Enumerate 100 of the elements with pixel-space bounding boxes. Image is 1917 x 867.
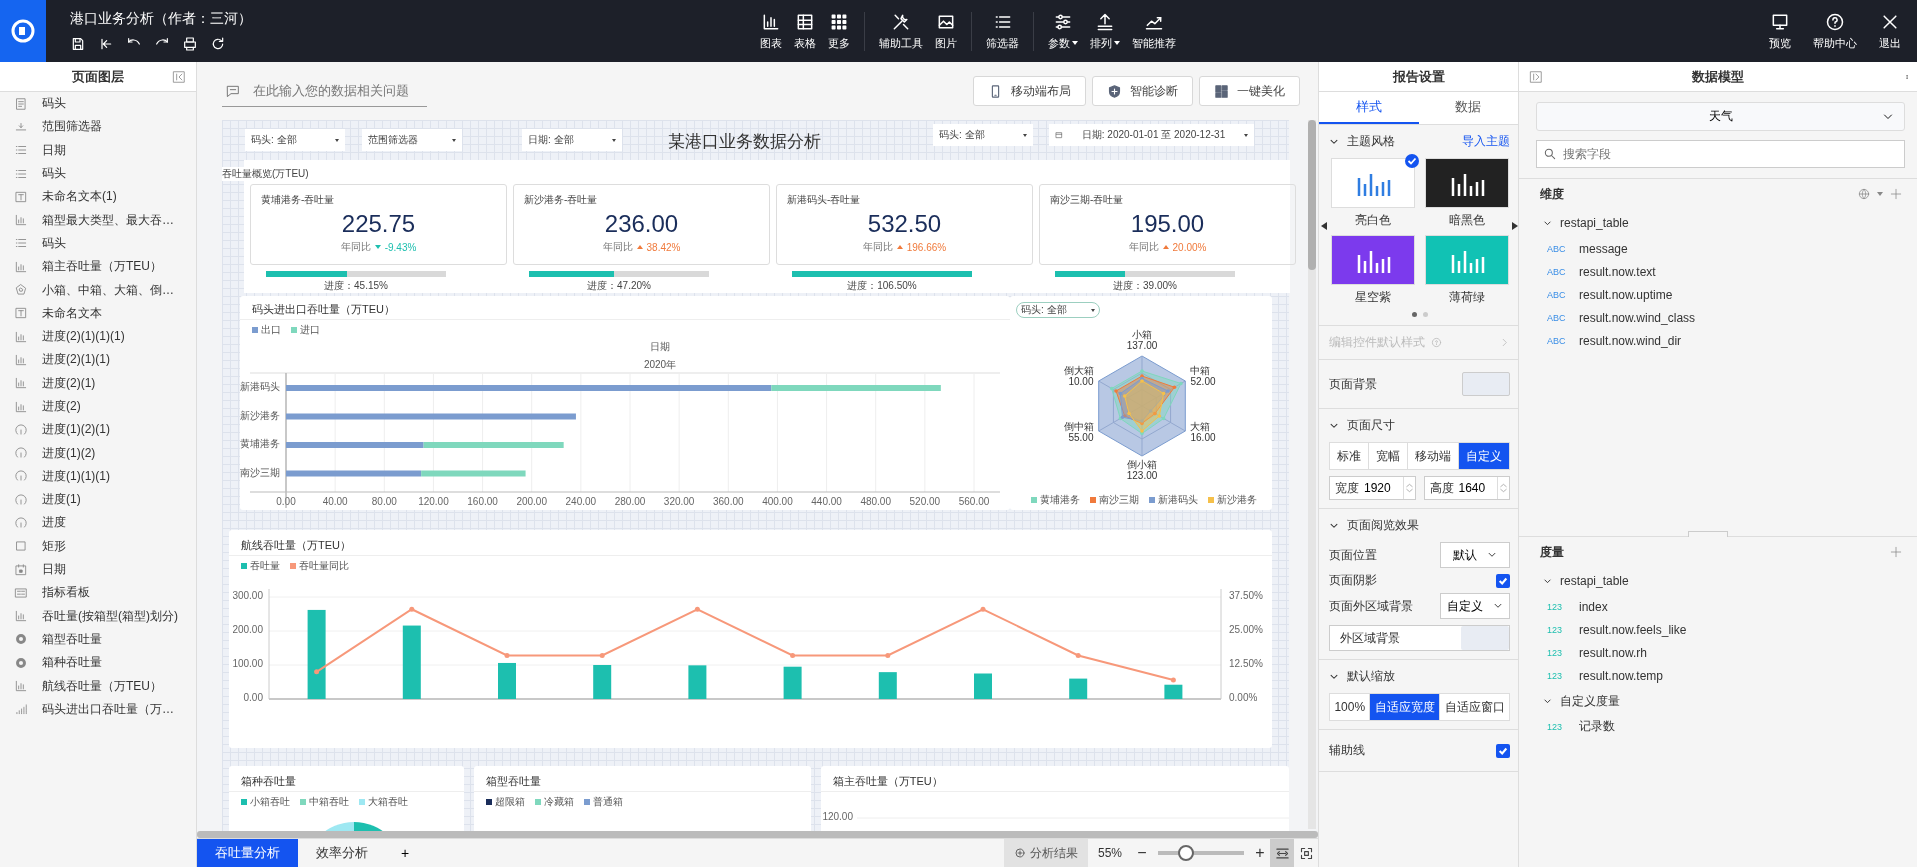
layer-item[interactable]: 未命名文本(1) bbox=[0, 185, 196, 209]
field-group[interactable]: restapi_table bbox=[1519, 567, 1917, 595]
question-field[interactable]: 在此输入您的数据相关问题 bbox=[222, 75, 427, 107]
axis-label: 560.00 bbox=[958, 496, 990, 507]
collapse-panel-icon[interactable] bbox=[172, 70, 186, 84]
field-group[interactable]: 自定义度量 bbox=[1519, 687, 1917, 715]
layer-item[interactable]: 箱型吞吐量 bbox=[0, 627, 196, 652]
filter-dropdown[interactable]: 码头: 全部 bbox=[1016, 302, 1100, 318]
toolbar-button[interactable]: 排列 bbox=[1084, 11, 1126, 51]
layer-item[interactable]: 进度(1)(2) bbox=[0, 441, 196, 465]
page-tab[interactable]: 吞吐量分析 bbox=[197, 839, 298, 867]
field-group[interactable]: restapi_table bbox=[1519, 209, 1917, 237]
analysis-result-button[interactable]: 分析结果 bbox=[1003, 838, 1088, 867]
layer-item[interactable]: 箱种吞吐量 bbox=[0, 651, 196, 675]
refresh-icon[interactable] bbox=[210, 36, 226, 52]
layer-item[interactable]: 进度(2)(1)(1)(1) bbox=[0, 324, 196, 349]
toolbar-button[interactable]: 智能推荐 bbox=[1126, 11, 1182, 51]
filter-dropdown[interactable]: 日期: 2020-01-01 至 2020-12-31 bbox=[1049, 124, 1254, 146]
toolbar-button[interactable]: 退出 bbox=[1873, 11, 1907, 51]
toolbar-button[interactable]: 筛选器 bbox=[971, 11, 1025, 51]
pager-dot[interactable] bbox=[1411, 312, 1417, 317]
vertical-scrollbar[interactable] bbox=[1308, 120, 1316, 829]
dropdown[interactable]: 自定义 bbox=[1440, 593, 1510, 619]
field-item[interactable]: 123 记录数 bbox=[1519, 715, 1917, 738]
fit-width-icon[interactable] bbox=[1274, 845, 1290, 861]
toolbar-button[interactable]: 更多 bbox=[822, 11, 856, 51]
skip-back-icon[interactable] bbox=[98, 36, 114, 52]
printer-icon[interactable] bbox=[182, 36, 198, 52]
field-item[interactable]: ABC result.now.uptime bbox=[1519, 283, 1917, 306]
number-input[interactable]: 1920 bbox=[1364, 481, 1394, 495]
zoom-in-button[interactable]: + bbox=[1250, 844, 1270, 862]
size-option[interactable]: 自定义 bbox=[1458, 443, 1509, 469]
layer-item[interactable]: 吞吐量(按箱型(箱型)划分) bbox=[0, 604, 196, 628]
number-field[interactable]: 高度 1640 bbox=[1423, 476, 1510, 500]
layer-item[interactable]: 矩形 bbox=[0, 534, 196, 558]
previous-arrow-icon[interactable] bbox=[1321, 222, 1327, 230]
layer-item[interactable]: 进度 bbox=[0, 511, 196, 535]
field-item[interactable]: ABC result.now.wind_class bbox=[1519, 306, 1917, 329]
resize-handle[interactable] bbox=[1688, 531, 1728, 537]
layer-item[interactable]: 码头进出口吞吐量（万… bbox=[0, 697, 196, 721]
canvas-action-button[interactable]: 一键美化 bbox=[1199, 76, 1300, 106]
save-icon[interactable] bbox=[70, 36, 86, 52]
layer-item[interactable]: 日期 bbox=[0, 138, 196, 162]
field-item[interactable]: 123 result.now.feels_like bbox=[1519, 618, 1917, 641]
checkbox[interactable] bbox=[1496, 743, 1510, 758]
layer-item[interactable]: 进度(2)(1)(1) bbox=[0, 348, 196, 372]
next-arrow-icon[interactable] bbox=[1512, 222, 1518, 230]
toolbar-button[interactable]: 图表 bbox=[754, 11, 788, 51]
filter-dropdown[interactable]: 码头: 全部 bbox=[245, 129, 345, 151]
toolbar-button[interactable]: 参数 bbox=[1033, 11, 1084, 51]
field-item[interactable]: ABC result.now.text bbox=[1519, 260, 1917, 283]
field-item[interactable]: 123 result.now.rh bbox=[1519, 641, 1917, 664]
toolbar-button[interactable]: 图片 bbox=[929, 11, 963, 51]
layer-item[interactable]: 进度(1)(1)(1) bbox=[0, 464, 196, 489]
layer-item[interactable]: 码头 bbox=[0, 92, 196, 116]
checkbox[interactable] bbox=[1496, 573, 1510, 588]
import-theme-link[interactable]: 导入主题 bbox=[1462, 133, 1510, 150]
layer-item[interactable]: 小箱、中箱、大箱、倒… bbox=[0, 278, 196, 302]
layer-item[interactable]: 航线吞吐量（万TEU） bbox=[0, 674, 196, 698]
number-field[interactable]: 宽度 1920 bbox=[1329, 476, 1416, 500]
canvas-action-button[interactable]: 智能诊断 bbox=[1092, 76, 1193, 106]
layer-item[interactable]: 码头 bbox=[0, 161, 196, 186]
globe-icon[interactable] bbox=[1857, 187, 1871, 201]
pager-dot[interactable] bbox=[1422, 312, 1428, 317]
toolbar-button[interactable]: 表格 bbox=[788, 11, 822, 51]
layer-item[interactable]: 进度(2) bbox=[0, 394, 196, 419]
section-title: 页面尺寸 bbox=[1347, 417, 1395, 434]
color-field[interactable]: 外区域背景 bbox=[1329, 625, 1510, 651]
toolbar-button[interactable]: 辅助工具 bbox=[864, 11, 929, 51]
toolbar-button[interactable]: 预览 bbox=[1763, 11, 1797, 51]
field-item[interactable]: 123 result.now.temp bbox=[1519, 664, 1917, 687]
dataset-dropdown[interactable]: 天气 bbox=[1536, 102, 1905, 131]
layer-item[interactable]: 进度(1) bbox=[0, 488, 196, 512]
filter-dropdown[interactable]: 范围筛选器 bbox=[362, 129, 462, 151]
layer-item[interactable]: 箱主吞吐量（万TEU） bbox=[0, 255, 196, 279]
canvas-action-button[interactable]: 移动端布局 bbox=[973, 76, 1086, 106]
toolbar-button[interactable]: 帮助中心 bbox=[1807, 11, 1863, 51]
filter-dropdown[interactable]: 日期: 全部 bbox=[522, 129, 622, 151]
field-item[interactable]: ABC message bbox=[1519, 237, 1917, 260]
question-input[interactable]: 在此输入您的数据相关问题 bbox=[251, 82, 421, 99]
dropdown[interactable]: 默认 bbox=[1440, 542, 1510, 568]
fit-screen-icon[interactable] bbox=[1298, 845, 1314, 861]
layer-item[interactable]: 范围筛选器 bbox=[0, 115, 196, 139]
caret-icon[interactable] bbox=[1877, 192, 1883, 196]
field-item[interactable]: ABC result.now.wind_dir bbox=[1519, 329, 1917, 352]
filter-dropdown[interactable]: 码头: 全部 bbox=[933, 124, 1033, 146]
layer-item[interactable]: 进度(1)(2)(1) bbox=[0, 418, 196, 442]
layer-item[interactable]: 箱型最大类型、最大吞… bbox=[0, 208, 196, 232]
layer-item[interactable]: 进度(2)(1) bbox=[0, 371, 196, 395]
search-field[interactable]: 搜索字段 bbox=[1536, 140, 1905, 168]
layer-item[interactable]: 未命名文本 bbox=[0, 301, 196, 325]
zoom-option[interactable]: 自适应宽度 bbox=[1369, 694, 1440, 720]
layer-item[interactable]: 码头 bbox=[0, 231, 196, 256]
field-item[interactable]: 123 index bbox=[1519, 595, 1917, 618]
color-picker[interactable] bbox=[1462, 372, 1510, 396]
color-swatch bbox=[1461, 626, 1509, 650]
layer-item[interactable]: 指标看板 bbox=[0, 581, 196, 605]
zoom-out-button[interactable]: − bbox=[1132, 844, 1152, 862]
horizontal-scrollbar[interactable] bbox=[197, 831, 1318, 838]
layer-item[interactable]: 日期 bbox=[0, 557, 196, 582]
